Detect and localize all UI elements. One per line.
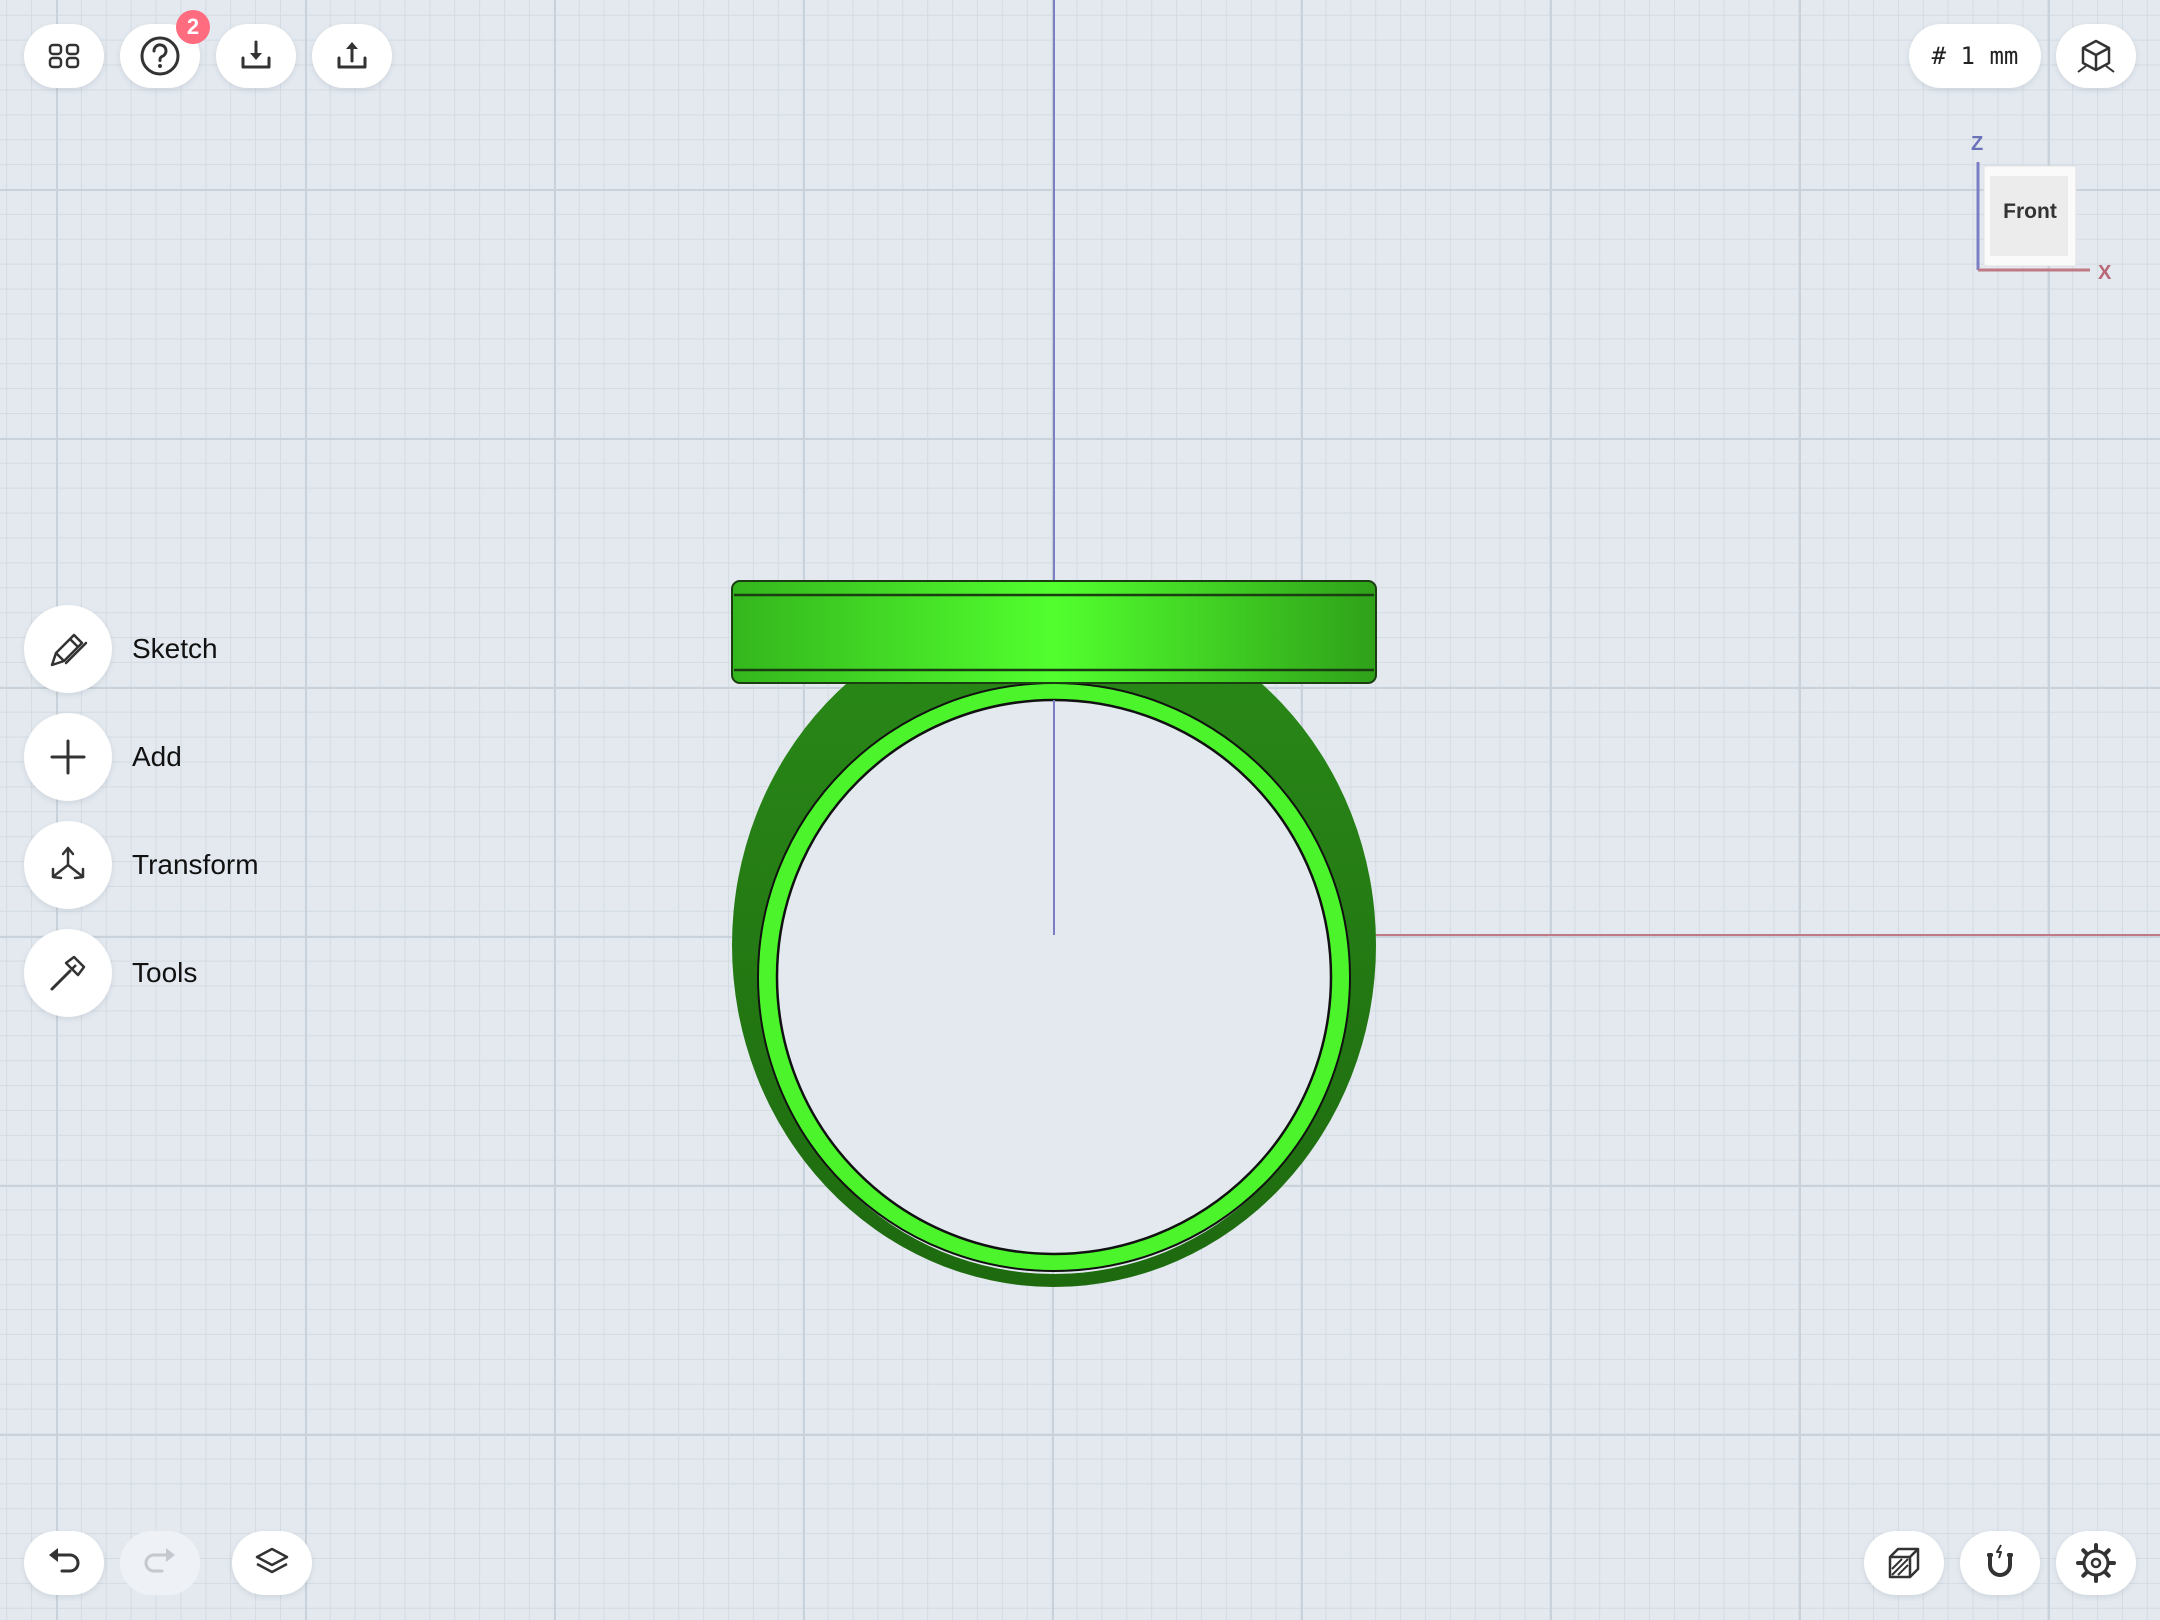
menu-item-tools[interactable]: Tools — [24, 928, 197, 1018]
grid-icon — [48, 43, 80, 69]
export-button[interactable] — [312, 24, 392, 88]
add-button[interactable] — [24, 713, 112, 801]
settings-button[interactable] — [2056, 1531, 2136, 1595]
help-notification-badge: 2 — [176, 10, 210, 44]
section-view-button[interactable] — [1864, 1531, 1944, 1595]
tools-button[interactable] — [24, 929, 112, 1017]
menu-item-add[interactable]: Add — [24, 712, 182, 802]
snap-button[interactable] — [1960, 1531, 2040, 1595]
transform-button[interactable] — [24, 821, 112, 909]
axis-x-label: X — [2098, 262, 2112, 284]
sketch-button[interactable] — [24, 605, 112, 693]
layers-button[interactable] — [232, 1531, 312, 1595]
cube-perspective-icon — [2077, 39, 2115, 73]
import-button[interactable] — [216, 24, 296, 88]
sketch-label[interactable]: Sketch — [132, 633, 218, 665]
view-mode-button[interactable] — [2056, 24, 2136, 88]
menu-item-sketch[interactable]: Sketch — [24, 604, 218, 694]
scene: Z X — [731, 0, 2160, 1287]
layers-icon — [255, 1547, 289, 1574]
help-icon — [140, 36, 180, 76]
tools-label[interactable]: Tools — [132, 957, 197, 989]
redo-button[interactable] — [120, 1531, 200, 1595]
plus-icon — [50, 739, 86, 775]
redo-icon — [144, 1548, 175, 1573]
ring-bezel — [731, 580, 1377, 684]
hammer-icon — [50, 955, 86, 991]
ring-model — [731, 580, 1377, 1287]
axis-z-label: Z — [1971, 133, 1983, 155]
hatched-cube-icon — [1888, 1547, 1920, 1579]
view-cube-face-label[interactable]: Front — [1988, 170, 2072, 254]
undo-icon — [49, 1548, 80, 1573]
3d-viewport[interactable]: Z X — [0, 0, 2160, 1620]
import-icon — [241, 40, 271, 69]
grid-size-button[interactable]: # 1 mm — [1909, 24, 2041, 88]
pen-icon — [50, 633, 88, 667]
transform-label[interactable]: Transform — [132, 849, 259, 881]
export-icon — [337, 42, 367, 69]
magnet-icon — [1987, 1544, 2013, 1577]
add-label[interactable]: Add — [132, 741, 182, 773]
menu-item-transform[interactable]: Transform — [24, 820, 259, 910]
gear-icon — [2076, 1543, 2116, 1583]
transform-arrows-icon — [51, 846, 85, 880]
projects-grid-button[interactable] — [24, 24, 104, 88]
undo-button[interactable] — [24, 1531, 104, 1595]
